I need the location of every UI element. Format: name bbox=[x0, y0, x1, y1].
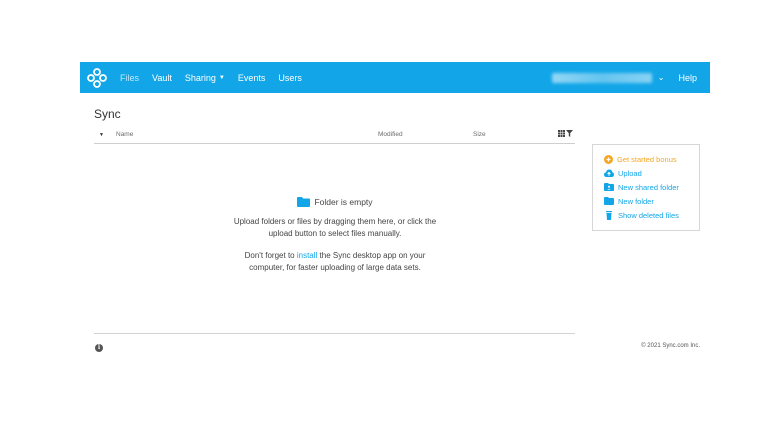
nav-files-label: Files bbox=[120, 72, 140, 83]
new-folder-link[interactable]: New folder bbox=[604, 194, 699, 208]
cloud-upload-icon bbox=[604, 169, 614, 177]
page-title: Sync bbox=[94, 107, 121, 121]
upload-link[interactable]: Upload bbox=[604, 166, 699, 180]
new-shared-folder-label: New shared folder bbox=[618, 182, 679, 192]
nav-files[interactable]: Files bbox=[120, 73, 139, 83]
column-name[interactable]: Name bbox=[116, 131, 133, 138]
footer-divider bbox=[94, 333, 575, 334]
bonus-icon bbox=[604, 154, 613, 164]
empty-instructions: Upload folders or files by dragging them… bbox=[233, 217, 437, 238]
top-navbar: Files Vault Sharing ▼ Events Users ⌄ Help bbox=[80, 62, 710, 93]
nav-help-label: Help bbox=[678, 72, 697, 83]
grid-view-icon[interactable] bbox=[558, 130, 565, 137]
folder-icon bbox=[297, 197, 311, 207]
nav-vault-label: Vault bbox=[152, 72, 172, 83]
chevron-down-icon: ▼ bbox=[218, 74, 225, 81]
column-size[interactable]: Size bbox=[473, 131, 486, 138]
trash-icon bbox=[606, 210, 612, 220]
account-chevron-icon[interactable]: ⌄ bbox=[658, 73, 665, 82]
nav-users[interactable]: Users bbox=[278, 73, 302, 83]
column-modified[interactable]: Modified bbox=[378, 131, 403, 138]
install-note-pre: Don't forget to bbox=[244, 251, 297, 260]
upload-label: Upload bbox=[618, 168, 642, 178]
nav-sharing-label: Sharing bbox=[184, 72, 216, 83]
shared-folder-icon bbox=[604, 183, 614, 191]
nav-sharing[interactable]: Sharing ▼ bbox=[185, 73, 225, 83]
new-folder-icon bbox=[604, 197, 614, 205]
select-all-dropdown-icon[interactable]: ▼ bbox=[99, 132, 104, 138]
show-deleted-files-link[interactable]: Show deleted files bbox=[604, 208, 699, 222]
empty-state: Folder is empty Upload folders or files … bbox=[230, 196, 440, 284]
empty-heading-text: Folder is empty bbox=[314, 197, 373, 207]
sync-logo-icon[interactable] bbox=[86, 67, 108, 89]
bonus-label: Get started bonus bbox=[617, 154, 677, 164]
new-shared-folder-link[interactable]: New shared folder bbox=[604, 180, 699, 194]
new-folder-label: New folder bbox=[618, 196, 654, 206]
install-link[interactable]: install bbox=[297, 251, 317, 260]
show-deleted-label: Show deleted files bbox=[618, 210, 679, 220]
nav-vault[interactable]: Vault bbox=[152, 73, 172, 83]
filter-icon[interactable] bbox=[566, 130, 573, 137]
nav-help[interactable]: Help bbox=[678, 73, 697, 83]
get-started-bonus-link[interactable]: Get started bonus bbox=[604, 152, 699, 166]
nav-events-label: Events bbox=[237, 72, 266, 83]
info-icon[interactable]: i bbox=[95, 344, 103, 352]
account-menu-blurred[interactable] bbox=[551, 72, 652, 83]
empty-install-note: Don't forget to install the Sync desktop… bbox=[230, 250, 440, 274]
actions-panel: Get started bonus Upload New shared fold… bbox=[592, 144, 700, 231]
copyright-text: © 2021 Sync.com Inc. bbox=[641, 343, 700, 349]
table-tools bbox=[558, 130, 573, 137]
file-table-header: ▼ Name Modified Size bbox=[94, 128, 575, 144]
empty-heading: Folder is empty bbox=[230, 196, 440, 208]
nav-events[interactable]: Events bbox=[238, 73, 266, 83]
nav-users-label: Users bbox=[278, 72, 302, 83]
